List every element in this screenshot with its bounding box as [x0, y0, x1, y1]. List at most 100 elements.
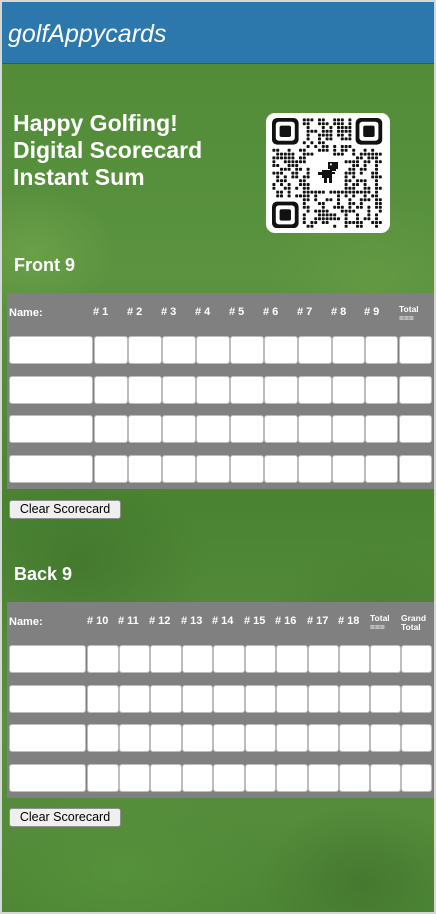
back9-name-input[interactable] [9, 685, 86, 713]
back9-score-input[interactable] [245, 764, 276, 792]
front9-name-input[interactable] [9, 376, 93, 404]
back9-score-input[interactable] [245, 685, 276, 713]
front9-score-input[interactable] [365, 415, 398, 443]
front9-score-input[interactable] [399, 455, 432, 483]
back9-score-input[interactable] [119, 764, 150, 792]
back9-score-input[interactable] [119, 724, 150, 752]
back9-score-input[interactable] [182, 685, 213, 713]
back9-score-input[interactable] [213, 685, 245, 713]
back9-score-input[interactable] [245, 645, 276, 673]
front9-score-input[interactable] [196, 415, 230, 443]
back9-score-input[interactable] [150, 724, 182, 752]
back9-name-input[interactable] [9, 645, 86, 673]
front9-score-input[interactable] [264, 336, 298, 364]
front9-score-input[interactable] [365, 336, 398, 364]
front9-score-input[interactable] [196, 336, 230, 364]
back9-score-input[interactable] [370, 724, 401, 752]
page: golfAppycards Happy Golfing! Digital Sco… [0, 0, 436, 914]
back9-score-input[interactable] [213, 724, 245, 752]
front9-score-input[interactable] [196, 455, 230, 483]
back9-score-input[interactable] [401, 724, 432, 752]
back9-score-input[interactable] [87, 645, 119, 673]
front9-score-input[interactable] [298, 336, 332, 364]
front9-score-input[interactable] [298, 415, 332, 443]
back9-score-input[interactable] [119, 685, 150, 713]
back9-name-input[interactable] [9, 764, 86, 792]
front9-score-input[interactable] [298, 455, 332, 483]
front9-total-underline: === [399, 313, 414, 323]
front9-clear-button[interactable]: Clear Scorecard [9, 500, 121, 519]
back9-score-input[interactable] [370, 645, 401, 673]
back9-score-input[interactable] [150, 764, 182, 792]
back9-score-input[interactable] [182, 724, 213, 752]
back9-hole-header: # 13 [181, 615, 203, 627]
back9-score-input[interactable] [119, 645, 150, 673]
front9-score-input[interactable] [94, 336, 128, 364]
front9-score-input[interactable] [264, 455, 298, 483]
back9-score-input[interactable] [339, 724, 370, 752]
front9-score-input[interactable] [162, 455, 196, 483]
back9-score-input[interactable] [150, 645, 182, 673]
back9-score-input[interactable] [276, 724, 308, 752]
front9-score-input[interactable] [162, 336, 196, 364]
front9-score-input[interactable] [128, 376, 162, 404]
back9-score-input[interactable] [308, 645, 339, 673]
front9-score-input[interactable] [162, 415, 196, 443]
front9-score-input[interactable] [128, 336, 162, 364]
front9-score-input[interactable] [230, 336, 264, 364]
front9-score-input[interactable] [332, 376, 365, 404]
back9-score-input[interactable] [182, 764, 213, 792]
front9-score-input[interactable] [230, 376, 264, 404]
back9-score-input[interactable] [339, 645, 370, 673]
back9-score-input[interactable] [401, 764, 432, 792]
back9-name-input[interactable] [9, 724, 86, 752]
back9-score-input[interactable] [245, 724, 276, 752]
back9-score-input[interactable] [87, 685, 119, 713]
back9-score-input[interactable] [182, 645, 213, 673]
back9-score-input[interactable] [213, 645, 245, 673]
front9-score-input[interactable] [332, 415, 365, 443]
back9-score-input[interactable] [401, 685, 432, 713]
front9-score-input[interactable] [94, 455, 128, 483]
back9-score-input[interactable] [401, 645, 432, 673]
front9-score-input[interactable] [230, 415, 264, 443]
front9-score-input[interactable] [399, 336, 432, 364]
front9-score-input[interactable] [332, 336, 365, 364]
back9-score-input[interactable] [87, 764, 119, 792]
front9-score-input[interactable] [264, 376, 298, 404]
front9-score-input[interactable] [94, 415, 128, 443]
back9-score-input[interactable] [276, 764, 308, 792]
front9-name-input[interactable] [9, 415, 93, 443]
back9-score-input[interactable] [308, 724, 339, 752]
back9-score-input[interactable] [339, 764, 370, 792]
back9-grand-total-header: Grand Total [401, 614, 426, 632]
back9-score-input[interactable] [308, 764, 339, 792]
front9-score-input[interactable] [162, 376, 196, 404]
front9-score-input[interactable] [128, 415, 162, 443]
back9-score-input[interactable] [213, 764, 245, 792]
front9-score-input[interactable] [399, 376, 432, 404]
back9-score-input[interactable] [370, 685, 401, 713]
back9-score-input[interactable] [276, 685, 308, 713]
front9-score-input[interactable] [365, 455, 398, 483]
front9-score-input[interactable] [298, 376, 332, 404]
front9-score-input[interactable] [332, 455, 365, 483]
front9-score-input[interactable] [365, 376, 398, 404]
back9-score-input[interactable] [150, 685, 182, 713]
front9-score-input[interactable] [230, 455, 264, 483]
back9-score-input[interactable] [308, 685, 339, 713]
back9-score-input[interactable] [370, 764, 401, 792]
front9-score-input[interactable] [94, 376, 128, 404]
front9-score-input[interactable] [264, 415, 298, 443]
front9-hole-header: # 7 [297, 306, 313, 318]
front9-name-input[interactable] [9, 455, 93, 483]
front9-score-input[interactable] [196, 376, 230, 404]
front9-score-input[interactable] [128, 455, 162, 483]
back9-score-input[interactable] [339, 685, 370, 713]
front9-name-input[interactable] [9, 336, 93, 364]
back9-score-input[interactable] [276, 645, 308, 673]
back9-clear-button[interactable]: Clear Scorecard [9, 808, 121, 827]
back9-score-input[interactable] [87, 724, 119, 752]
front9-hole-header: # 4 [195, 306, 211, 318]
front9-score-input[interactable] [399, 415, 432, 443]
